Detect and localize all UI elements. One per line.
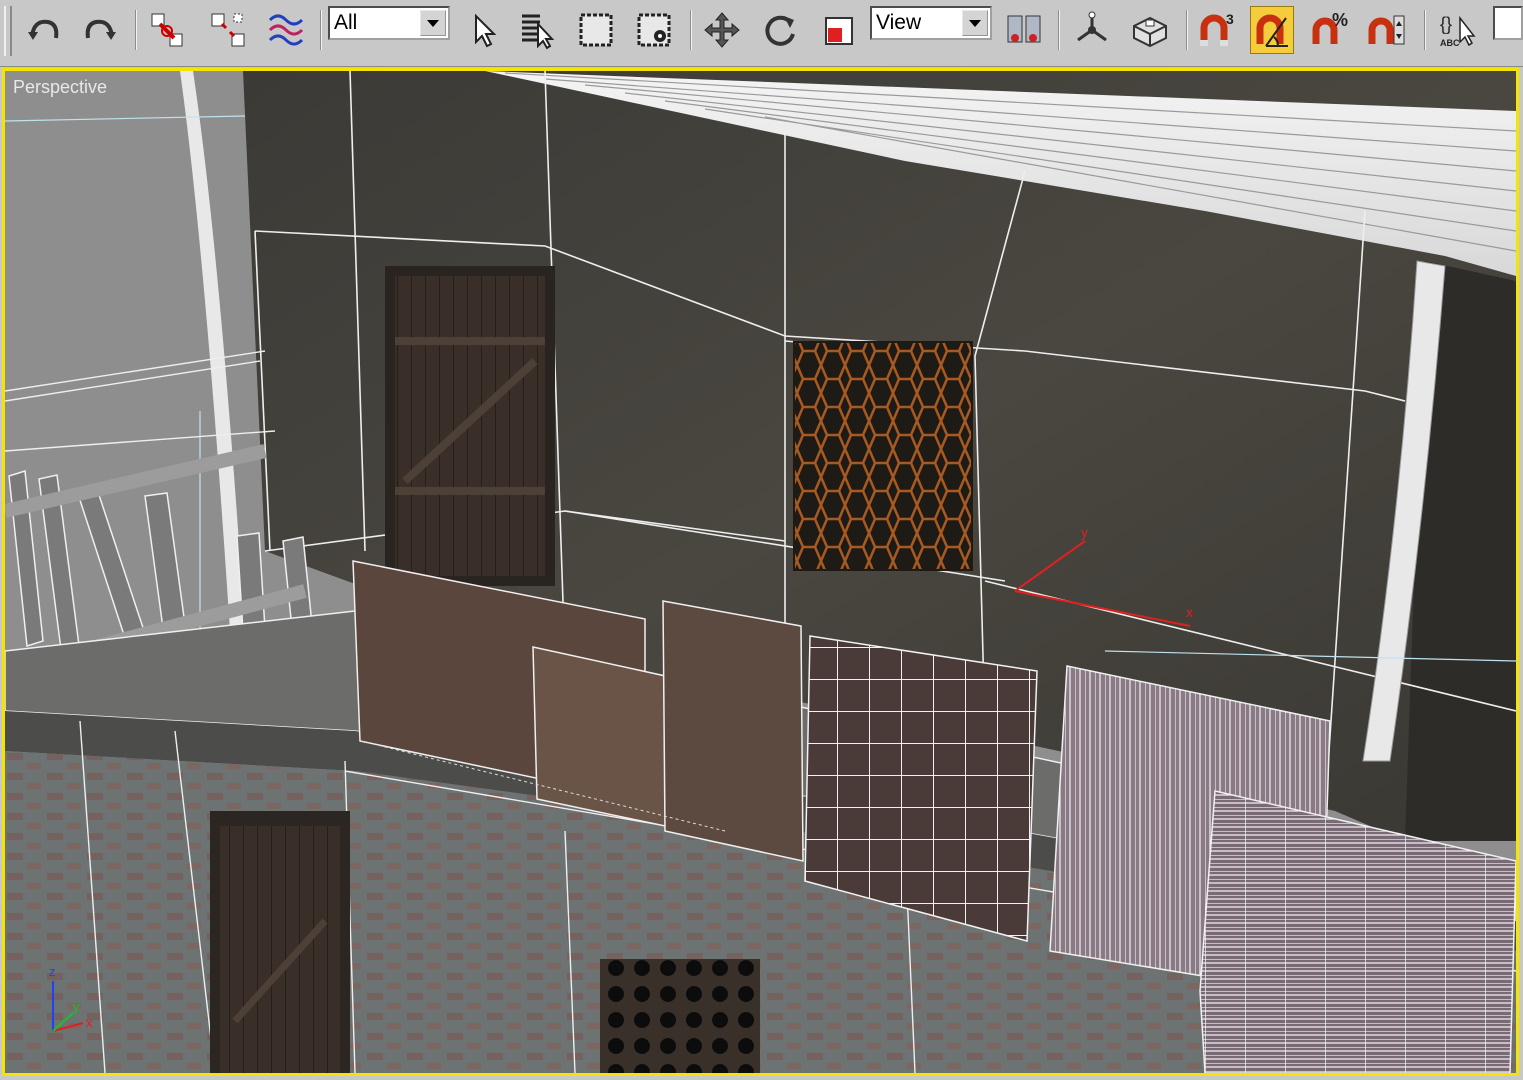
- world-axis-y-label: y: [73, 999, 80, 1014]
- angle-snap-toggle-button[interactable]: [1250, 6, 1294, 54]
- snaps-toggle-button[interactable]: 3: [1194, 6, 1238, 54]
- rectangular-selection-region-button[interactable]: [574, 6, 618, 54]
- select-and-link-icon: [151, 13, 183, 47]
- selection-filter-value: All: [334, 11, 358, 34]
- undo-icon: [28, 19, 59, 40]
- select-object-button[interactable]: [460, 6, 504, 54]
- select-object-icon: [475, 13, 497, 48]
- toolbar-separator: [1186, 10, 1188, 50]
- reference-coord-dropdown[interactable]: View: [870, 6, 992, 40]
- svg-text:{}: {}: [1440, 14, 1452, 34]
- percent-snap-toggle-icon: %: [1312, 10, 1348, 44]
- toolbar-separator: [135, 10, 137, 50]
- bind-to-space-warp-button[interactable]: [264, 6, 308, 54]
- toolbar-separator: [320, 10, 322, 50]
- toolbar-grip[interactable]: [4, 6, 12, 56]
- redo-icon: [85, 19, 116, 40]
- window-crossing-button[interactable]: [632, 6, 676, 54]
- toolbar-separator: [1424, 10, 1426, 50]
- select-and-manipulate-button[interactable]: [1070, 6, 1114, 54]
- chevron-down-icon[interactable]: [420, 10, 446, 36]
- snaps-dimension-label: 3: [1226, 11, 1234, 27]
- select-and-link-button[interactable]: [146, 6, 190, 54]
- redo-button[interactable]: [78, 6, 122, 54]
- angle-snap-toggle-icon: [1256, 14, 1288, 47]
- window-crossing-icon: [637, 13, 671, 47]
- gizmo-y-label: y: [1081, 524, 1088, 540]
- viewport-label[interactable]: Perspective: [13, 77, 107, 98]
- toolbar-separator: [690, 10, 692, 50]
- world-axis-z-label: z: [49, 964, 56, 979]
- select-and-scale-icon: [825, 17, 853, 45]
- spinner-snap-toggle-icon: [1368, 15, 1405, 45]
- named-selection-abc-label: ABC: [1440, 38, 1460, 48]
- percent-snap-toggle-button[interactable]: %: [1308, 6, 1352, 54]
- keyboard-shortcut-override-button[interactable]: [1128, 6, 1172, 54]
- world-axis-x-label: x: [86, 1015, 93, 1030]
- selection-filter-dropdown[interactable]: All: [328, 6, 450, 40]
- percent-label: %: [1332, 10, 1348, 30]
- snaps-toggle-icon: 3: [1200, 11, 1234, 46]
- unlink-selection-button[interactable]: [206, 6, 250, 54]
- spinner-snap-toggle-button[interactable]: [1366, 6, 1410, 54]
- unlink-selection-icon: [211, 13, 245, 47]
- named-selection-field[interactable]: [1493, 6, 1523, 40]
- select-and-move-icon: [704, 12, 740, 48]
- rectangular-selection-region-icon: [579, 13, 613, 47]
- select-and-scale-button[interactable]: [816, 6, 860, 54]
- toolbar-separator: [1058, 10, 1060, 50]
- select-by-name-icon: [522, 14, 555, 50]
- use-pivot-point-center-button[interactable]: [1002, 6, 1046, 54]
- gizmo-x-label: x: [1186, 604, 1193, 620]
- viewport-scene: y x: [5, 71, 1516, 1073]
- keyboard-shortcut-override-icon: [1133, 16, 1167, 48]
- reference-coord-value: View: [876, 11, 922, 34]
- select-and-manipulate-icon: [1077, 11, 1107, 42]
- select-and-rotate-button[interactable]: [758, 6, 802, 54]
- bind-to-space-warp-icon: [268, 14, 304, 46]
- edit-named-selection-sets-icon: {} ABC: [1440, 14, 1476, 48]
- select-by-name-button[interactable]: [516, 6, 560, 54]
- use-pivot-point-center-icon: [1007, 15, 1041, 43]
- edit-named-selection-sets-button[interactable]: {} ABC: [1434, 6, 1478, 54]
- world-axis-tripod-icon: z y x: [49, 964, 93, 1032]
- perspective-viewport[interactable]: y x Perspective z y x: [2, 68, 1519, 1076]
- undo-button[interactable]: [22, 6, 66, 54]
- select-and-move-button[interactable]: [700, 6, 744, 54]
- chevron-down-icon[interactable]: [962, 10, 988, 36]
- main-toolbar: All View 3 % {} ABC: [0, 0, 1523, 67]
- select-and-rotate-icon: [765, 15, 795, 46]
